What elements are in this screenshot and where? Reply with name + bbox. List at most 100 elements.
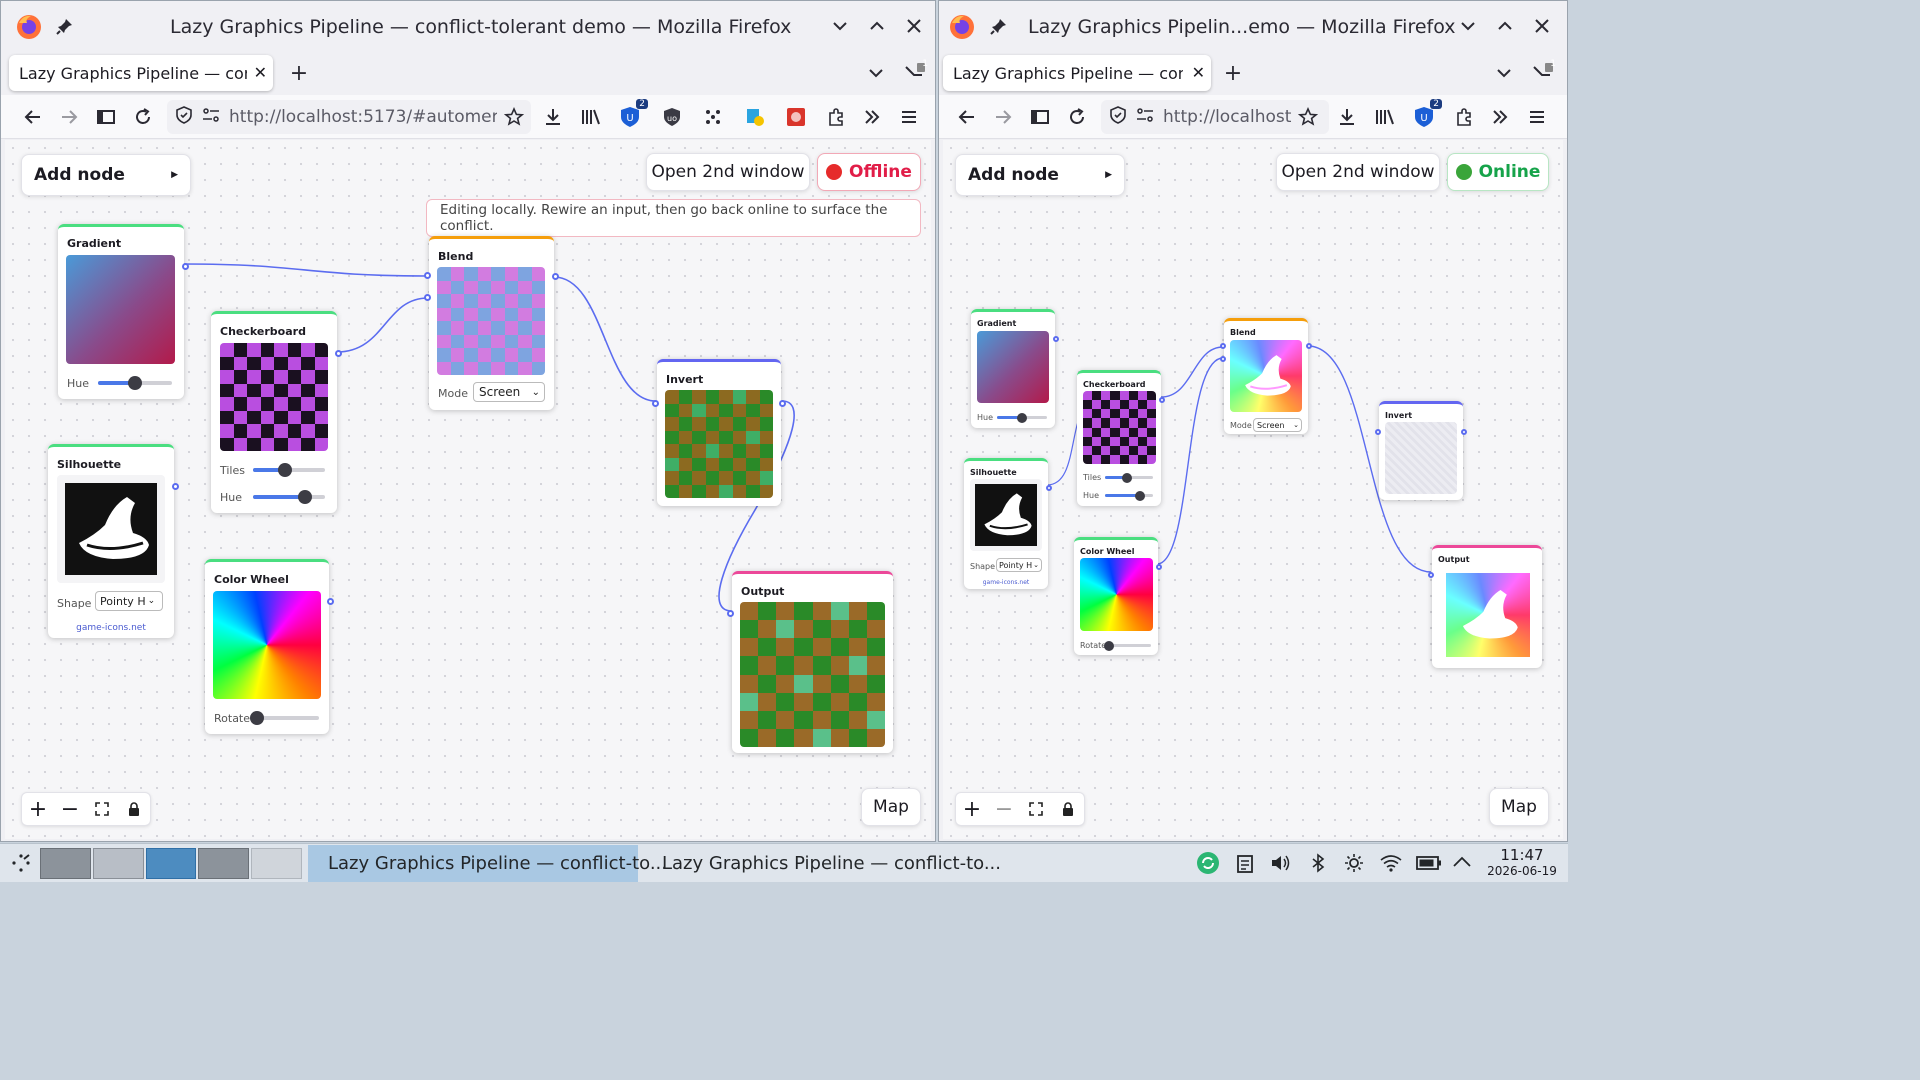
output-handle[interactable] — [1461, 429, 1467, 435]
shield-extension-icon[interactable]: uo — [660, 105, 684, 129]
library-icon[interactable] — [579, 105, 603, 129]
hue-slider[interactable] — [98, 376, 172, 390]
volume-tray-icon[interactable] — [1270, 853, 1292, 877]
checkerboard-node[interactable]: Checkerboard Tiles Hue — [1077, 370, 1165, 506]
zoom-out-icon[interactable]: − — [54, 792, 86, 826]
offline-toggle-button[interactable]: Offline — [817, 153, 921, 191]
brightness-tray-icon[interactable] — [1344, 853, 1364, 877]
desktop-1[interactable] — [40, 848, 91, 879]
output-handle[interactable] — [182, 263, 189, 270]
output-handle[interactable] — [552, 273, 559, 280]
input-handle-b[interactable] — [424, 294, 431, 301]
url-bar[interactable]: http://localhost:5173/#automerge — [167, 100, 531, 134]
fit-view-icon[interactable] — [1020, 792, 1052, 826]
downloads-icon[interactable] — [1335, 105, 1359, 129]
tab-close-icon[interactable]: ✕ — [1192, 63, 1205, 82]
output-node[interactable]: Output — [727, 571, 893, 753]
hue-slider[interactable] — [997, 412, 1047, 423]
desktop-2[interactable] — [92, 848, 144, 879]
close-icon[interactable] — [902, 14, 926, 38]
clipboard-tray-icon[interactable] — [1236, 853, 1254, 877]
input-handle-a[interactable] — [1220, 343, 1226, 349]
invert-node[interactable]: Invert — [652, 359, 786, 506]
tab-close-icon[interactable]: ✕ — [254, 63, 267, 82]
map-toggle-button[interactable]: Map — [1489, 788, 1549, 826]
input-handle-a[interactable] — [424, 272, 431, 279]
slider-knob[interactable] — [278, 463, 293, 477]
shape-select[interactable]: Pointy H ⌄ — [996, 558, 1042, 572]
blend-node[interactable]: Blend Mode Screen ⌄ — [1220, 318, 1312, 434]
forward-icon[interactable] — [57, 105, 81, 129]
battery-tray-icon[interactable] — [1416, 855, 1442, 875]
add-node-menu[interactable]: Add node ▶ — [21, 154, 191, 196]
virtual-desktop-pager[interactable] — [40, 848, 302, 879]
rotate-slider[interactable] — [1104, 640, 1151, 651]
silhouette-node[interactable]: Silhouette Shape Pointy H ⌄ game-icons.n… — [48, 444, 179, 638]
desktop-4[interactable] — [198, 848, 250, 879]
output-handle[interactable] — [1156, 564, 1162, 570]
tab-active[interactable]: Lazy Graphics Pipeline — confl ✕ — [9, 55, 273, 91]
extensions-puzzle-icon[interactable] — [1452, 105, 1476, 129]
blend-node[interactable]: Blend Mode Screen ⌄ — [424, 236, 559, 410]
add-node-menu[interactable]: Add node ▶ — [955, 154, 1125, 196]
mode-select[interactable]: Screen ⌄ — [1253, 418, 1302, 432]
ublock-extension-icon[interactable]: U 2 — [618, 99, 648, 129]
menu-hamburger-icon[interactable] — [897, 105, 921, 129]
zoom-in-icon[interactable]: + — [22, 792, 54, 826]
slider-knob[interactable] — [1134, 490, 1145, 501]
reload-icon[interactable] — [1065, 105, 1089, 129]
hue-slider[interactable] — [253, 490, 325, 504]
new-tab-icon[interactable]: + — [1221, 61, 1245, 86]
site-info-icon[interactable] — [201, 107, 221, 127]
firefox-logo-icon[interactable] — [948, 13, 976, 41]
output-handle[interactable] — [1159, 397, 1165, 403]
back-icon[interactable] — [21, 105, 45, 129]
slider-knob[interactable] — [297, 490, 312, 504]
slider-knob[interactable] — [250, 711, 264, 725]
input-handle[interactable] — [727, 610, 734, 617]
chevron-down-icon[interactable] — [1456, 14, 1480, 38]
color-wheel-node[interactable]: Color Wheel Rotate — [1074, 537, 1162, 655]
tiles-slider[interactable] — [253, 463, 325, 477]
output-handle[interactable] — [335, 350, 342, 357]
tiles-slider[interactable] — [1105, 472, 1153, 483]
zoom-in-icon[interactable]: + — [956, 792, 988, 826]
menu-hamburger-icon[interactable] — [1525, 105, 1549, 129]
sync-tray-icon[interactable] — [1196, 851, 1220, 879]
input-handle-b[interactable] — [1220, 356, 1226, 362]
output-handle[interactable] — [1053, 336, 1059, 342]
color-wheel-node[interactable]: Color Wheel Rotate — [205, 559, 334, 734]
checkerboard-node[interactable]: Checkerboard Tiles Hue — [211, 311, 342, 513]
lock-icon[interactable] — [1052, 792, 1084, 826]
maximize-icon[interactable] — [865, 14, 889, 38]
list-tabs-icon[interactable] — [864, 61, 888, 85]
pin-icon[interactable] — [987, 14, 1011, 38]
overflow-chevrons-icon[interactable] — [860, 105, 884, 129]
open-second-window-button[interactable]: Open 2nd window — [1276, 153, 1440, 191]
desktop-3[interactable] — [145, 848, 197, 879]
forward-icon[interactable] — [991, 105, 1015, 129]
extensions-puzzle-icon[interactable] — [824, 105, 848, 129]
slider-knob[interactable] — [1104, 640, 1114, 651]
output-handle[interactable] — [172, 483, 179, 490]
credit-link[interactable]: game-icons.net — [48, 623, 174, 633]
output-handle[interactable] — [779, 400, 786, 407]
input-handle[interactable] — [652, 400, 659, 407]
tray-expand-icon[interactable] — [1452, 854, 1472, 874]
tab-overflow-icon[interactable]: 1 — [1530, 59, 1556, 85]
firefox-logo-icon[interactable] — [15, 13, 43, 41]
translate-extension-icon[interactable] — [743, 105, 767, 129]
reload-icon[interactable] — [131, 105, 155, 129]
credit-link[interactable]: game-icons.net — [964, 579, 1048, 586]
graph-canvas[interactable]: Add node ▶ Open 2nd window Offline Editi… — [5, 140, 931, 839]
slider-knob[interactable] — [1121, 472, 1132, 483]
clock[interactable]: 11:47 2026-06-19 — [1484, 847, 1560, 879]
slider-knob[interactable] — [1017, 412, 1027, 423]
online-toggle-button[interactable]: Online — [1447, 153, 1549, 191]
shape-select[interactable]: Pointy H ⌄ — [95, 591, 163, 611]
overflow-chevrons-icon[interactable] — [1488, 105, 1512, 129]
close-icon[interactable] — [1530, 14, 1554, 38]
new-tab-icon[interactable]: + — [287, 61, 311, 86]
list-tabs-icon[interactable] — [1492, 61, 1516, 85]
rotate-slider[interactable] — [250, 711, 319, 725]
